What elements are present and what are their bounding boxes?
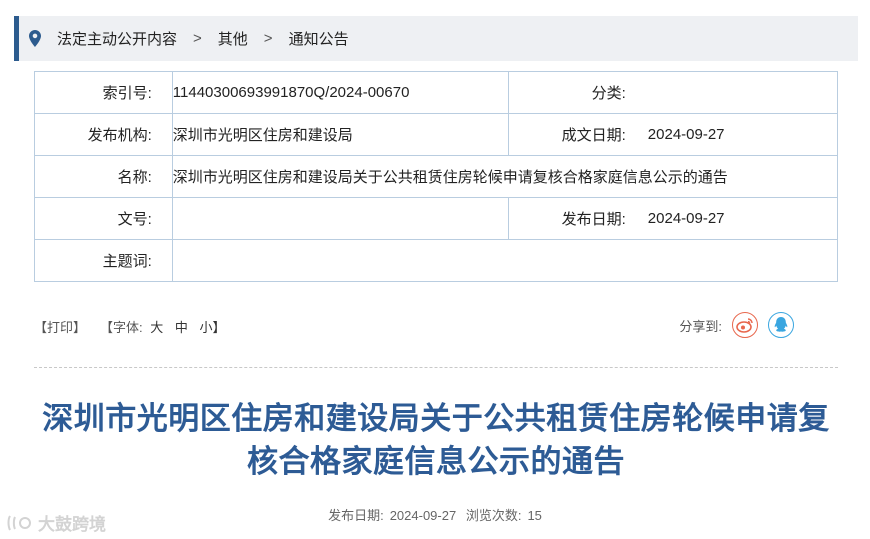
font-small-button[interactable]: 小】 bbox=[200, 320, 226, 335]
view-count-label: 浏览次数: bbox=[465, 508, 522, 523]
qq-icon bbox=[774, 317, 788, 332]
document-meta-table: 索引号: 11440300693991870Q/2024-00670 分类: 发… bbox=[34, 71, 839, 282]
category-label: 分类: bbox=[507, 71, 648, 114]
table-row: 发布机构: 深圳市光明区住房和建设局 成文日期: 2024-09-27 bbox=[34, 113, 838, 156]
index-number-value: 11440300693991870Q/2024-00670 bbox=[171, 71, 509, 114]
publish-date-label: 发布日期: bbox=[328, 508, 384, 523]
breadcrumb-item-public-content[interactable]: 法定主动公开内容 bbox=[57, 28, 177, 49]
article-toolbar: 【打印】 【字体: 大 中 小】 分享到: bbox=[34, 312, 838, 340]
chevron-right-icon: > bbox=[263, 30, 273, 47]
dashed-divider bbox=[34, 367, 838, 368]
document-number-label: 文号: bbox=[34, 197, 173, 240]
font-size-control: 【字体: 大 中 小】 bbox=[100, 317, 230, 336]
published-date-value: 2024-09-27 bbox=[647, 197, 838, 240]
publisher-value: 深圳市光明区住房和建设局 bbox=[171, 113, 509, 156]
table-row: 主题词: bbox=[34, 239, 839, 282]
share-bar: 分享到: bbox=[679, 312, 794, 338]
published-date-label: 发布日期: bbox=[507, 197, 648, 240]
qq-share-button[interactable] bbox=[768, 312, 794, 338]
publish-info: 发布日期: 2024-09-27 浏览次数: 15 bbox=[0, 505, 870, 524]
publisher-label: 发布机构: bbox=[34, 113, 173, 156]
breadcrumb-item-notices[interactable]: 通知公告 bbox=[289, 28, 349, 49]
watermark: 大鼓跨境 bbox=[6, 510, 106, 535]
table-row: 文号: 发布日期: 2024-09-27 bbox=[34, 197, 838, 240]
article-title: 深圳市光明区住房和建设局关于公共租赁住房轮候申请复 核合格家庭信息公示的通告 bbox=[20, 397, 852, 483]
chevron-right-icon: > bbox=[193, 30, 202, 47]
watermark-logo-icon bbox=[7, 514, 32, 530]
name-value: 深圳市光明区住房和建设局关于公共租赁住房轮候申请复核合格家庭信息公示的通告 bbox=[171, 155, 839, 198]
name-label: 名称: bbox=[34, 155, 173, 198]
table-row: 名称: 深圳市光明区住房和建设局关于公共租赁住房轮候申请复核合格家庭信息公示的通… bbox=[34, 155, 839, 198]
article-title-line-1: 深圳市光明区住房和建设局关于公共租赁住房轮候申请复 bbox=[42, 401, 830, 436]
location-pin-icon bbox=[29, 29, 43, 48]
weibo-share-button[interactable] bbox=[732, 312, 758, 338]
article-title-line-2: 核合格家庭信息公示的通告 bbox=[247, 444, 625, 479]
created-date-value: 2024-09-27 bbox=[647, 113, 838, 156]
weibo-icon bbox=[736, 318, 753, 333]
breadcrumb: 法定主动公开内容 > 其他 > 通知公告 bbox=[14, 16, 858, 61]
table-row: 索引号: 11440300693991870Q/2024-00670 分类: bbox=[34, 71, 838, 114]
font-large-button[interactable]: 大 bbox=[150, 320, 163, 335]
print-button[interactable]: 【打印】 bbox=[34, 317, 86, 336]
publish-date: 2024-09-27 bbox=[389, 508, 457, 523]
category-value bbox=[647, 71, 838, 114]
watermark-text: 大鼓跨境 bbox=[38, 515, 106, 534]
share-label: 分享到: bbox=[679, 318, 722, 334]
document-number-value bbox=[171, 197, 509, 240]
keywords-value bbox=[171, 239, 839, 282]
font-medium-button[interactable]: 中 bbox=[175, 320, 188, 335]
breadcrumb-item-other[interactable]: 其他 bbox=[218, 28, 248, 49]
font-size-label: 【字体: bbox=[100, 319, 143, 335]
view-count: 15 bbox=[527, 508, 542, 523]
index-number-label: 索引号: bbox=[34, 71, 173, 114]
keywords-label: 主题词: bbox=[34, 239, 173, 282]
created-date-label: 成文日期: bbox=[507, 113, 648, 156]
